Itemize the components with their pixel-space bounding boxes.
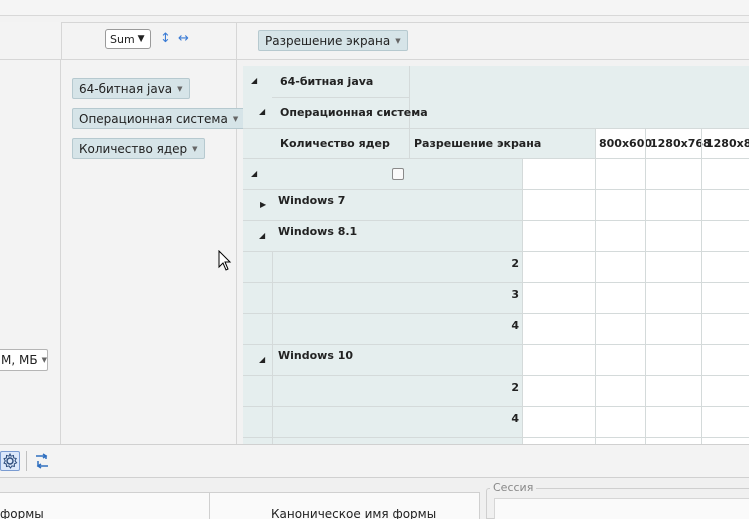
cores-value: 3	[511, 288, 519, 301]
grid-divider	[272, 251, 273, 444]
measure-select[interactable]: M, МБ ▼	[0, 349, 48, 371]
row-field-label: Операционная система	[79, 111, 228, 126]
column-header-canonical-name[interactable]: Каноническое имя формы	[271, 507, 436, 519]
left-pane	[0, 60, 61, 444]
chevron-down-icon: ▼	[177, 84, 183, 93]
grid-divider	[243, 406, 749, 407]
row-field-chip-os[interactable]: Операционная система ▼	[72, 108, 246, 129]
measure-select-value: M, МБ	[1, 353, 38, 367]
toolbar-separator	[26, 451, 27, 471]
grid-divider	[243, 437, 749, 438]
grid-divider	[272, 97, 409, 98]
collapse-triangle-icon[interactable]: ◢	[251, 76, 257, 85]
column-1280x800: 1280x800	[706, 136, 749, 150]
cores-value: 2	[511, 381, 519, 394]
grid-divider	[701, 128, 702, 444]
chevron-down-icon: ▼	[41, 356, 47, 364]
collapse-triangle-icon[interactable]: ◢	[259, 107, 265, 116]
chevron-down-icon: ▼	[192, 144, 198, 153]
bottom-toolbar	[0, 444, 749, 478]
grid-divider	[243, 158, 749, 159]
grid-divider	[645, 128, 646, 444]
settings-button[interactable]	[0, 451, 20, 471]
header-os: Операционная система	[280, 106, 428, 119]
header-cores: Количество ядер	[280, 136, 390, 150]
row-field-label: 64-битная java	[79, 81, 173, 96]
grid-divider	[409, 128, 410, 158]
session-title: Сессия	[490, 481, 537, 494]
grid-divider	[243, 282, 749, 283]
row-field-chip-java[interactable]: 64-битная java ▼	[72, 78, 190, 99]
row-field-chip-cores[interactable]: Количество ядер ▼	[72, 138, 205, 159]
row-field-label: Количество ядер	[79, 141, 188, 156]
pivot-grid: ◢ 64-битная java ◢ Операционная система …	[243, 66, 749, 444]
java-checkbox[interactable]	[392, 168, 404, 180]
aggregate-select-value: Sum	[110, 32, 135, 46]
grid-divider	[243, 375, 749, 376]
session-table	[494, 498, 749, 519]
grid-divider	[595, 128, 596, 444]
swap-icon	[36, 453, 48, 469]
left-toolbar	[0, 22, 61, 60]
cores-value: 4	[511, 319, 519, 332]
top-strip	[0, 0, 749, 16]
column-field-label: Разрешение экрана	[265, 33, 391, 48]
collapse-triangle-icon[interactable]: ◢	[251, 169, 257, 178]
swap-button[interactable]	[32, 451, 52, 471]
grid-divider	[522, 158, 523, 444]
collapse-triangle-icon[interactable]: ◢	[259, 231, 265, 240]
chevron-down-icon: ▼	[137, 34, 145, 44]
expand-triangle-icon[interactable]: ▶	[260, 200, 266, 209]
chevron-down-icon: ▼	[232, 114, 239, 123]
collapse-triangle-icon[interactable]: ◢	[259, 355, 265, 364]
group-windows-10[interactable]: Windows 10	[278, 344, 353, 366]
grid-divider	[243, 313, 749, 314]
cores-value: 4	[511, 412, 519, 425]
header-resolution: Разрешение экрана	[414, 136, 542, 150]
grid-divider	[243, 251, 749, 252]
expand-horizontal-icon[interactable]: ↔	[178, 31, 189, 46]
column-field-chip[interactable]: Разрешение экрана ▼	[258, 30, 408, 51]
group-windows-8-1[interactable]: Windows 8.1	[278, 220, 357, 242]
gear-icon	[3, 453, 18, 469]
column-separator	[209, 492, 210, 519]
chevron-down-icon: ▼	[395, 36, 401, 45]
expand-vertical-icon[interactable]: ↕	[160, 31, 171, 46]
column-header-form[interactable]: формы	[0, 507, 44, 519]
grid-data-area	[522, 158, 749, 444]
group-windows-7[interactable]: Windows 7	[278, 189, 345, 211]
header-java: 64-битная java	[280, 75, 374, 88]
mouse-pointer-icon	[218, 250, 232, 271]
aggregate-select[interactable]: Sum ▼	[105, 29, 151, 49]
cores-value: 2	[511, 257, 519, 270]
